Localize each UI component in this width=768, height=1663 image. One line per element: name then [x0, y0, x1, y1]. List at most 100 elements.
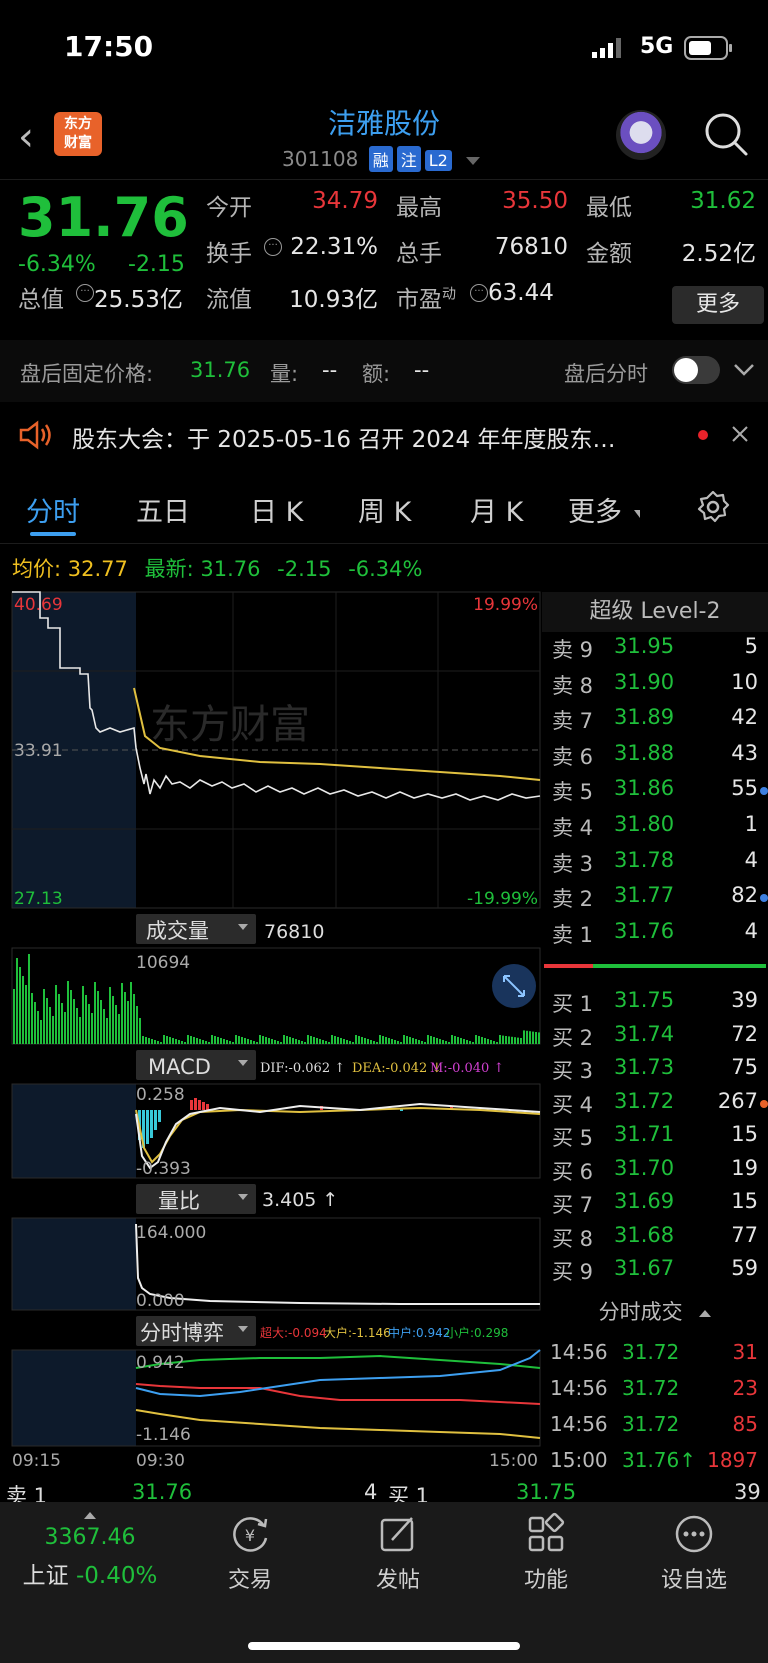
tick-trades-header[interactable]: 分时成交	[542, 1292, 768, 1332]
post-button[interactable]: 发帖	[338, 1512, 458, 1594]
macd-dea-line	[135, 1106, 541, 1164]
mktcap-value: 25.53亿	[94, 287, 183, 313]
volume-bar	[316, 1038, 318, 1044]
bid-row[interactable]: 买 8 31.68 77	[542, 1223, 768, 1258]
ratio-bottom-label: 0.000	[136, 1291, 185, 1311]
trade-button[interactable]: ¥ 交易	[190, 1512, 310, 1594]
ask-row[interactable]: 卖 3 31.78 4	[542, 848, 768, 883]
volume-bar	[406, 1036, 408, 1044]
ask-row[interactable]: 卖 8 31.90 10	[542, 670, 768, 705]
float-value: 10.93亿	[289, 287, 378, 313]
ask-row[interactable]: 卖 2 31.77 82	[542, 883, 768, 918]
ask-level: 卖 4	[552, 816, 594, 840]
ask-row[interactable]: 卖 1 31.76 4	[542, 919, 768, 954]
more-button[interactable]: 更多	[672, 286, 764, 324]
volume-bar	[247, 1039, 249, 1044]
gear-icon[interactable]	[696, 490, 730, 528]
volume-bar	[430, 1036, 432, 1044]
open-value: 34.79	[312, 188, 378, 214]
bid-level: 买 8	[552, 1226, 594, 1251]
volume-bar	[535, 1032, 537, 1044]
volume-bar	[16, 958, 18, 1044]
volume-bar	[349, 1041, 351, 1044]
chevron-down-icon[interactable]	[732, 360, 756, 384]
volume-bar	[445, 1041, 447, 1044]
search-icon[interactable]	[702, 110, 750, 158]
tick-trade-row: 14:56 31.72 31	[542, 1340, 768, 1377]
bid-row[interactable]: 买 1 31.75 39	[542, 988, 768, 1023]
ask-price: 31.76	[614, 918, 675, 943]
trade-volume: 1897	[707, 1448, 758, 1472]
ask-row[interactable]: 卖 7 31.89 42	[542, 705, 768, 740]
edit-icon	[376, 1512, 420, 1556]
ask-row[interactable]: 卖 9 31.95 5	[542, 634, 768, 669]
level2-title[interactable]: 超级 Level-2	[542, 592, 768, 632]
tab-intraday[interactable]: 分时	[26, 490, 80, 529]
bid-row[interactable]: 买 6 31.70 19	[542, 1156, 768, 1191]
ask-price: 31.88	[614, 740, 675, 765]
volume-bar	[442, 1040, 444, 1044]
network-type: 5G	[640, 34, 674, 59]
high-label: 最高	[396, 195, 442, 221]
low-label: 最低	[586, 195, 632, 221]
bid-row[interactable]: 买 7 31.69 15	[542, 1189, 768, 1224]
ask-row[interactable]: 卖 4 31.80 1	[542, 812, 768, 847]
tab-weekly-k[interactable]: 周 K	[358, 490, 411, 529]
volume-bar	[181, 1041, 183, 1044]
volume-bar	[493, 1041, 495, 1044]
info-icon[interactable]: ···	[470, 284, 488, 302]
notice-banner[interactable]: 股东大会：于 2025-05-16 召开 2024 年年度股东…	[0, 402, 768, 468]
bid-row[interactable]: 买 9 31.67 59	[542, 1256, 768, 1291]
add-watchlist-button[interactable]: 设自选	[634, 1512, 754, 1594]
volume-bar	[160, 1042, 162, 1044]
close-icon[interactable]	[730, 424, 750, 448]
volume-bar	[529, 1031, 531, 1044]
bid-price: 31.74	[614, 1021, 675, 1046]
macd-dif-line	[135, 1102, 541, 1170]
bid-row[interactable]: 买 4 31.72 267	[542, 1089, 768, 1124]
info-icon[interactable]: ···	[76, 284, 94, 302]
stock-code-row[interactable]: 301108 融注 L2	[282, 146, 481, 172]
battery-icon	[684, 36, 734, 64]
assistant-robot-icon[interactable]	[616, 110, 666, 160]
macd-title: MACD	[148, 1055, 211, 1079]
amount-label: 金额	[586, 241, 632, 267]
after-hours-toggle[interactable]	[672, 356, 720, 384]
bid-level: 买 1	[552, 992, 594, 1016]
latest-label: 最新:	[144, 557, 194, 581]
tab-monthly-k[interactable]: 月 K	[470, 490, 523, 529]
volume-bar	[52, 1016, 54, 1044]
home-indicator[interactable]	[248, 1642, 520, 1650]
volume-bar	[487, 1039, 489, 1044]
volume-bar	[13, 989, 15, 1044]
signal-icon	[592, 38, 622, 62]
ask-row[interactable]: 卖 6 31.88 43	[542, 741, 768, 776]
volume-bar	[223, 1039, 225, 1044]
tab-five-day[interactable]: 五日	[136, 490, 190, 529]
volume-bar	[397, 1041, 399, 1044]
volume-bar	[280, 1042, 282, 1044]
bid-row[interactable]: 买 2 31.74 72	[542, 1022, 768, 1057]
volume-bar	[454, 1036, 456, 1044]
bid-level: 买 3	[552, 1059, 594, 1083]
trade-time: 14:56	[550, 1376, 608, 1400]
volume-bar	[346, 1040, 348, 1044]
bid-row[interactable]: 买 3 31.73 75	[542, 1055, 768, 1090]
caret-up-icon	[699, 1309, 712, 1317]
volume-bar	[292, 1038, 294, 1044]
info-icon[interactable]: ···	[264, 238, 282, 256]
volume-bar	[178, 1040, 180, 1044]
tab-daily-k[interactable]: 日 K	[250, 490, 303, 529]
volume-bar	[433, 1037, 435, 1044]
ask-row[interactable]: 卖 5 31.86 55	[542, 776, 768, 811]
tab-more[interactable]: 更多	[568, 490, 622, 529]
intraday-chart[interactable]: 东方财富 40.69 33.91 27.13 19.99% -19.99% 成交…	[0, 588, 542, 1468]
open-label: 今开	[206, 195, 252, 221]
bid-row[interactable]: 买 5 31.71 15	[542, 1122, 768, 1157]
volume-bar	[145, 1037, 147, 1044]
index-widget[interactable]: 3367.46 上证 -0.40%	[0, 1508, 180, 1590]
volume-bar	[418, 1040, 420, 1044]
time-open-label: 09:30	[136, 1451, 185, 1468]
functions-button[interactable]: 功能	[486, 1512, 606, 1594]
volume-bar	[28, 954, 30, 1044]
